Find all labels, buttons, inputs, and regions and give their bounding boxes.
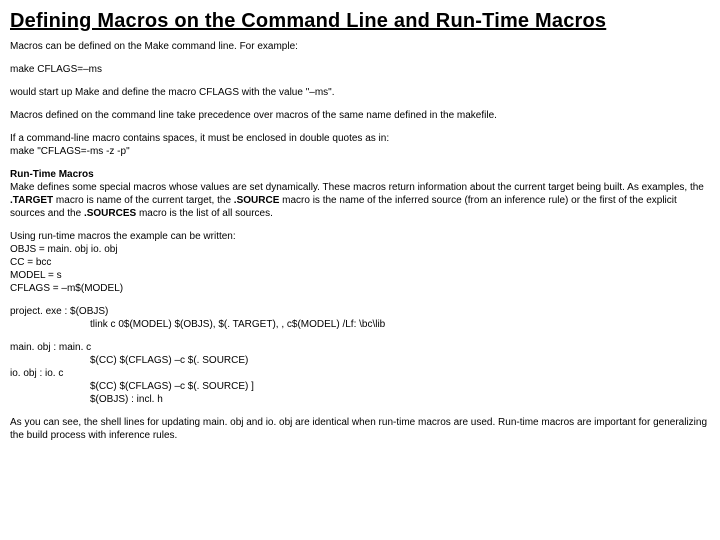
- para-4a: If a command-line macro contains spaces,…: [10, 132, 710, 145]
- para-7: As you can see, the shell lines for upda…: [10, 416, 710, 442]
- code-block-2: project. exe : $(OBJS) tlink c 0$(MODEL)…: [10, 305, 710, 331]
- para-4-block: If a command-line macro contains spaces,…: [10, 132, 710, 158]
- intro-para: Macros can be defined on the Make comman…: [10, 40, 710, 53]
- runtime-block: Run-Time Macros Make defines some specia…: [10, 168, 710, 220]
- code-line: $(CC) $(CFLAGS) –c $(. SOURCE): [10, 354, 710, 367]
- page-title: Defining Macros on the Command Line and …: [10, 8, 710, 34]
- para-3: Macros defined on the command line take …: [10, 109, 710, 122]
- para-5: Make defines some special macros whose v…: [10, 182, 704, 219]
- subheading-runtime: Run-Time Macros: [10, 169, 94, 180]
- code-line: main. obj : main. c: [10, 341, 710, 354]
- code-line: $(CC) $(CFLAGS) –c $(. SOURCE) ]: [10, 380, 710, 393]
- code-block-1: Using run-time macros the example can be…: [10, 230, 710, 295]
- code-line: io. obj : io. c: [10, 367, 710, 380]
- para-6a: Using run-time macros the example can be…: [10, 230, 710, 243]
- code-example-1: make CFLAGS=–ms: [10, 63, 710, 76]
- para-2: would start up Make and define the macro…: [10, 86, 710, 99]
- code-line: $(OBJS) : incl. h: [10, 393, 710, 406]
- para-4b: make "CFLAGS=-ms -z -p": [10, 145, 710, 158]
- code-block-3: main. obj : main. c$(CC) $(CFLAGS) –c $(…: [10, 341, 710, 406]
